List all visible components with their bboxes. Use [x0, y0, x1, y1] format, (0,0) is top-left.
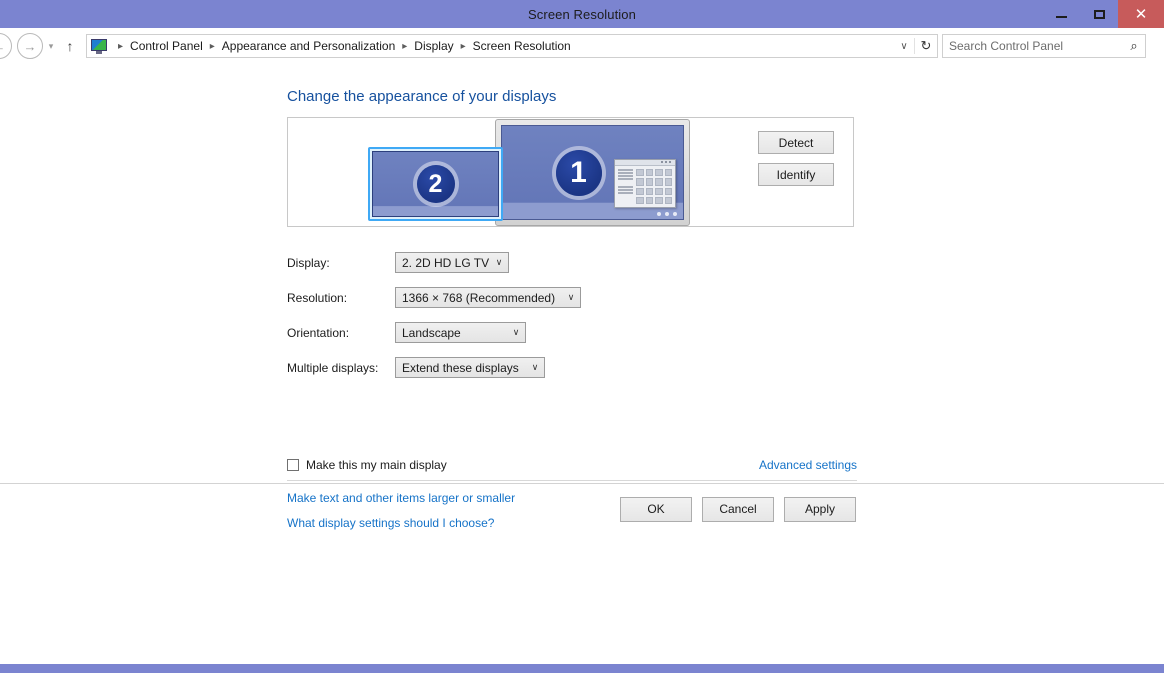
breadcrumb-item-display[interactable]: Display	[413, 39, 454, 53]
mini-window-body	[615, 166, 675, 207]
identify-button[interactable]: Identify	[758, 163, 834, 186]
ok-button[interactable]: OK	[620, 497, 692, 522]
chevron-down-icon: ∨	[507, 327, 525, 338]
refresh-button[interactable]: ↻	[914, 38, 937, 54]
mini-window-icon-grid	[636, 169, 672, 204]
multiple-displays-select[interactable]: Extend these displays ∨	[395, 357, 545, 378]
display-preview-panel: 1	[287, 117, 854, 227]
breadcrumb-item-screen-resolution[interactable]: Screen Resolution	[472, 39, 572, 53]
maximize-button[interactable]	[1080, 0, 1118, 28]
monitor-2-screen: 2	[372, 151, 499, 217]
mini-window-sidebar	[618, 169, 633, 204]
monitor-stand-shape	[96, 51, 102, 54]
advanced-settings-link[interactable]: Advanced settings	[759, 458, 857, 472]
chevron-down-icon: ∨	[490, 257, 508, 268]
resolution-row: Resolution: 1366 × 768 (Recommended) ∨	[287, 280, 857, 315]
chevron-down-icon: ▾	[49, 41, 54, 51]
multiple-displays-row: Multiple displays: Extend these displays…	[287, 350, 857, 385]
navigation-bar: ← → ▾ ↑ ▸ Control Panel ▸ Appearance and…	[0, 28, 1164, 64]
main-display-checkbox-label: Make this my main display	[306, 458, 447, 472]
display-monitor-icon	[91, 39, 107, 54]
chevron-down-icon: ∨	[900, 41, 907, 52]
cancel-button[interactable]: Cancel	[702, 497, 774, 522]
display-select-value: 2. 2D HD LG TV	[402, 256, 490, 270]
multiple-displays-select-value: Extend these displays	[402, 361, 526, 375]
maximize-icon	[1094, 10, 1105, 19]
back-button[interactable]: ←	[0, 33, 12, 59]
minimize-icon	[1056, 16, 1067, 18]
display-select[interactable]: 2. 2D HD LG TV ∨	[395, 252, 509, 273]
forward-arrow-icon: →	[24, 39, 37, 54]
explorer-window-icon	[614, 159, 676, 208]
monitor-1-taskbar-dots	[657, 212, 677, 216]
checkbox-box[interactable]	[287, 459, 299, 471]
main-display-row: Make this my main display Advanced setti…	[287, 458, 857, 472]
display-row: Display: 2. 2D HD LG TV ∨	[287, 245, 857, 280]
display-label: Display:	[287, 256, 395, 270]
breadcrumb-separator: ▸	[396, 41, 413, 52]
search-box[interactable]: ⌕	[942, 34, 1146, 58]
content-area: Change the appearance of your displays 1	[0, 64, 1164, 483]
resolution-select-value: 1366 × 768 (Recommended)	[402, 291, 562, 305]
monitor-preview-1[interactable]: 1	[495, 119, 690, 226]
orientation-label: Orientation:	[287, 326, 395, 340]
monitor-2-number: 2	[417, 165, 455, 203]
preview-action-buttons: Detect Identify	[758, 131, 834, 186]
back-arrow-icon: ←	[0, 39, 6, 54]
window-controls: ✕	[1042, 0, 1164, 28]
main-display-checkbox[interactable]: Make this my main display	[287, 458, 447, 472]
breadcrumb-separator: ▸	[112, 41, 129, 52]
address-bar[interactable]: ▸ Control Panel ▸ Appearance and Persona…	[86, 34, 938, 58]
multiple-displays-label: Multiple displays:	[287, 361, 395, 375]
chevron-down-icon: ∨	[526, 362, 544, 373]
orientation-select[interactable]: Landscape ∨	[395, 322, 526, 343]
monitor-preview-2[interactable]: 2	[368, 147, 503, 221]
search-icon: ⌕	[1123, 38, 1145, 54]
section-divider	[287, 480, 857, 481]
window-bottom-border	[0, 664, 1164, 673]
breadcrumb-separator: ▸	[204, 41, 221, 52]
orientation-select-value: Landscape	[402, 326, 507, 340]
monitor-1-screen: 1	[501, 125, 684, 220]
monitor-screen-shape	[91, 39, 107, 51]
footer-buttons: OK Cancel Apply	[0, 484, 1164, 534]
page-title: Change the appearance of your displays	[287, 88, 556, 105]
breadcrumb-item-control-panel[interactable]: Control Panel	[129, 39, 204, 53]
close-icon: ✕	[1135, 7, 1148, 22]
chevron-down-icon: ∨	[562, 292, 580, 303]
search-input[interactable]	[943, 39, 1123, 53]
title-bar: Screen Resolution ✕	[0, 0, 1164, 28]
window-title: Screen Resolution	[528, 7, 636, 22]
close-button[interactable]: ✕	[1118, 0, 1164, 28]
monitor-1-number: 1	[556, 150, 602, 196]
minimize-button[interactable]	[1042, 0, 1080, 28]
up-button[interactable]: ↑	[59, 38, 81, 54]
detect-button[interactable]: Detect	[758, 131, 834, 154]
breadcrumb-item-appearance[interactable]: Appearance and Personalization	[221, 39, 396, 53]
refresh-icon: ↻	[921, 38, 932, 53]
address-dropdown-button[interactable]: ∨	[894, 41, 914, 52]
up-arrow-icon: ↑	[67, 38, 74, 54]
apply-button[interactable]: Apply	[784, 497, 856, 522]
resolution-select[interactable]: 1366 × 768 (Recommended) ∨	[395, 287, 581, 308]
display-settings-form: Display: 2. 2D HD LG TV ∨ Resolution: 13…	[287, 245, 857, 385]
resolution-label: Resolution:	[287, 291, 395, 305]
orientation-row: Orientation: Landscape ∨	[287, 315, 857, 350]
forward-button[interactable]: →	[17, 33, 43, 59]
mini-window-titlebar	[615, 160, 675, 166]
breadcrumb-separator: ▸	[455, 41, 472, 52]
recent-locations-button[interactable]: ▾	[43, 41, 59, 52]
breadcrumb: ▸ Control Panel ▸ Appearance and Persona…	[112, 39, 894, 53]
